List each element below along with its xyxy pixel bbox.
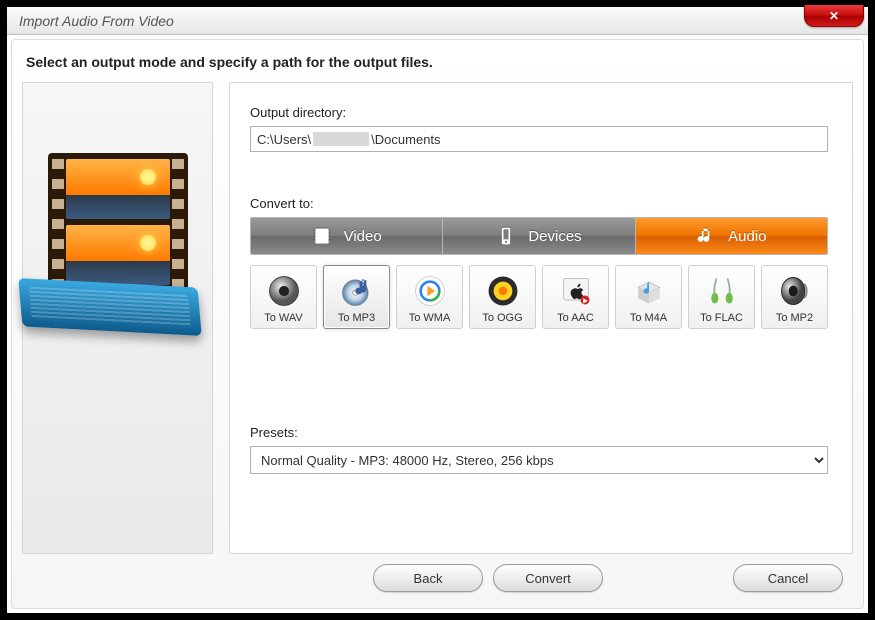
format-mp3[interactable]: To MP3 xyxy=(323,265,390,329)
wmp-icon xyxy=(408,272,452,310)
tab-devices[interactable]: Devices xyxy=(443,218,635,254)
disc-note-icon xyxy=(335,272,379,310)
body-row: Output directory: C:\Users\ \Documents C… xyxy=(22,82,853,554)
format-mp3-label: To MP3 xyxy=(338,312,375,324)
format-mp2-label: To MP2 xyxy=(776,312,813,324)
redacted-username xyxy=(313,132,369,146)
film-illustration xyxy=(38,153,198,323)
format-flac-label: To FLAC xyxy=(700,312,743,324)
format-m4a[interactable]: To M4A xyxy=(615,265,682,329)
path-prefix: C:\Users\ xyxy=(257,132,311,147)
output-directory-input[interactable]: C:\Users\ \Documents xyxy=(250,126,828,152)
format-flac[interactable]: To FLAC xyxy=(688,265,755,329)
format-ogg-label: To OGG xyxy=(482,312,522,324)
loudspeaker-icon xyxy=(773,272,817,310)
format-aac-label: To AAC xyxy=(557,312,594,324)
tab-devices-label: Devices xyxy=(528,228,581,245)
presets-select[interactable]: Normal Quality - MP3: 48000 Hz, Stereo, … xyxy=(250,446,828,474)
format-wav[interactable]: To WAV xyxy=(250,265,317,329)
format-wma-label: To WMA xyxy=(409,312,451,324)
path-suffix: \Documents xyxy=(371,132,440,147)
apple-box-icon xyxy=(554,272,598,310)
output-directory-label: Output directory: xyxy=(250,105,828,120)
format-mp2[interactable]: To MP2 xyxy=(761,265,828,329)
device-icon xyxy=(496,226,516,246)
film-icon xyxy=(312,226,332,246)
dialog-window: Import Audio From Video ✕ Select an outp… xyxy=(0,0,875,620)
close-icon: ✕ xyxy=(829,9,839,23)
format-wav-label: To WAV xyxy=(264,312,303,324)
box-note-icon xyxy=(627,272,671,310)
tab-video[interactable]: Video xyxy=(251,218,443,254)
illustration-panel xyxy=(22,82,213,554)
format-ogg[interactable]: To OGG xyxy=(469,265,536,329)
back-button[interactable]: Back xyxy=(373,564,483,592)
instruction-text: Select an output mode and specify a path… xyxy=(22,48,853,82)
convert-to-label: Convert to: xyxy=(250,196,828,211)
close-button[interactable]: ✕ xyxy=(804,5,864,27)
category-tabs: Video Devices Audio xyxy=(250,217,828,255)
earbuds-icon xyxy=(700,272,744,310)
audio-wave-ribbon-icon xyxy=(18,278,201,336)
format-aac[interactable]: To AAC xyxy=(542,265,609,329)
format-wma[interactable]: To WMA xyxy=(396,265,463,329)
tab-video-label: Video xyxy=(344,228,382,245)
settings-panel: Output directory: C:\Users\ \Documents C… xyxy=(229,82,853,554)
format-row: To WAV To MP3 To WMA xyxy=(250,265,828,329)
speaker-cone-icon xyxy=(262,272,306,310)
content-area: Select an output mode and specify a path… xyxy=(11,39,864,609)
cancel-button[interactable]: Cancel xyxy=(733,564,843,592)
footer: Back Convert Cancel xyxy=(22,554,853,602)
ogg-icon xyxy=(481,272,525,310)
format-m4a-label: To M4A xyxy=(630,312,667,324)
convert-button[interactable]: Convert xyxy=(493,564,603,592)
presets-label: Presets: xyxy=(250,425,828,440)
music-note-icon xyxy=(696,226,716,246)
titlebar: Import Audio From Video ✕ xyxy=(7,7,868,35)
tab-audio[interactable]: Audio xyxy=(636,218,827,254)
tab-audio-label: Audio xyxy=(728,228,766,245)
window-title: Import Audio From Video xyxy=(13,13,174,29)
